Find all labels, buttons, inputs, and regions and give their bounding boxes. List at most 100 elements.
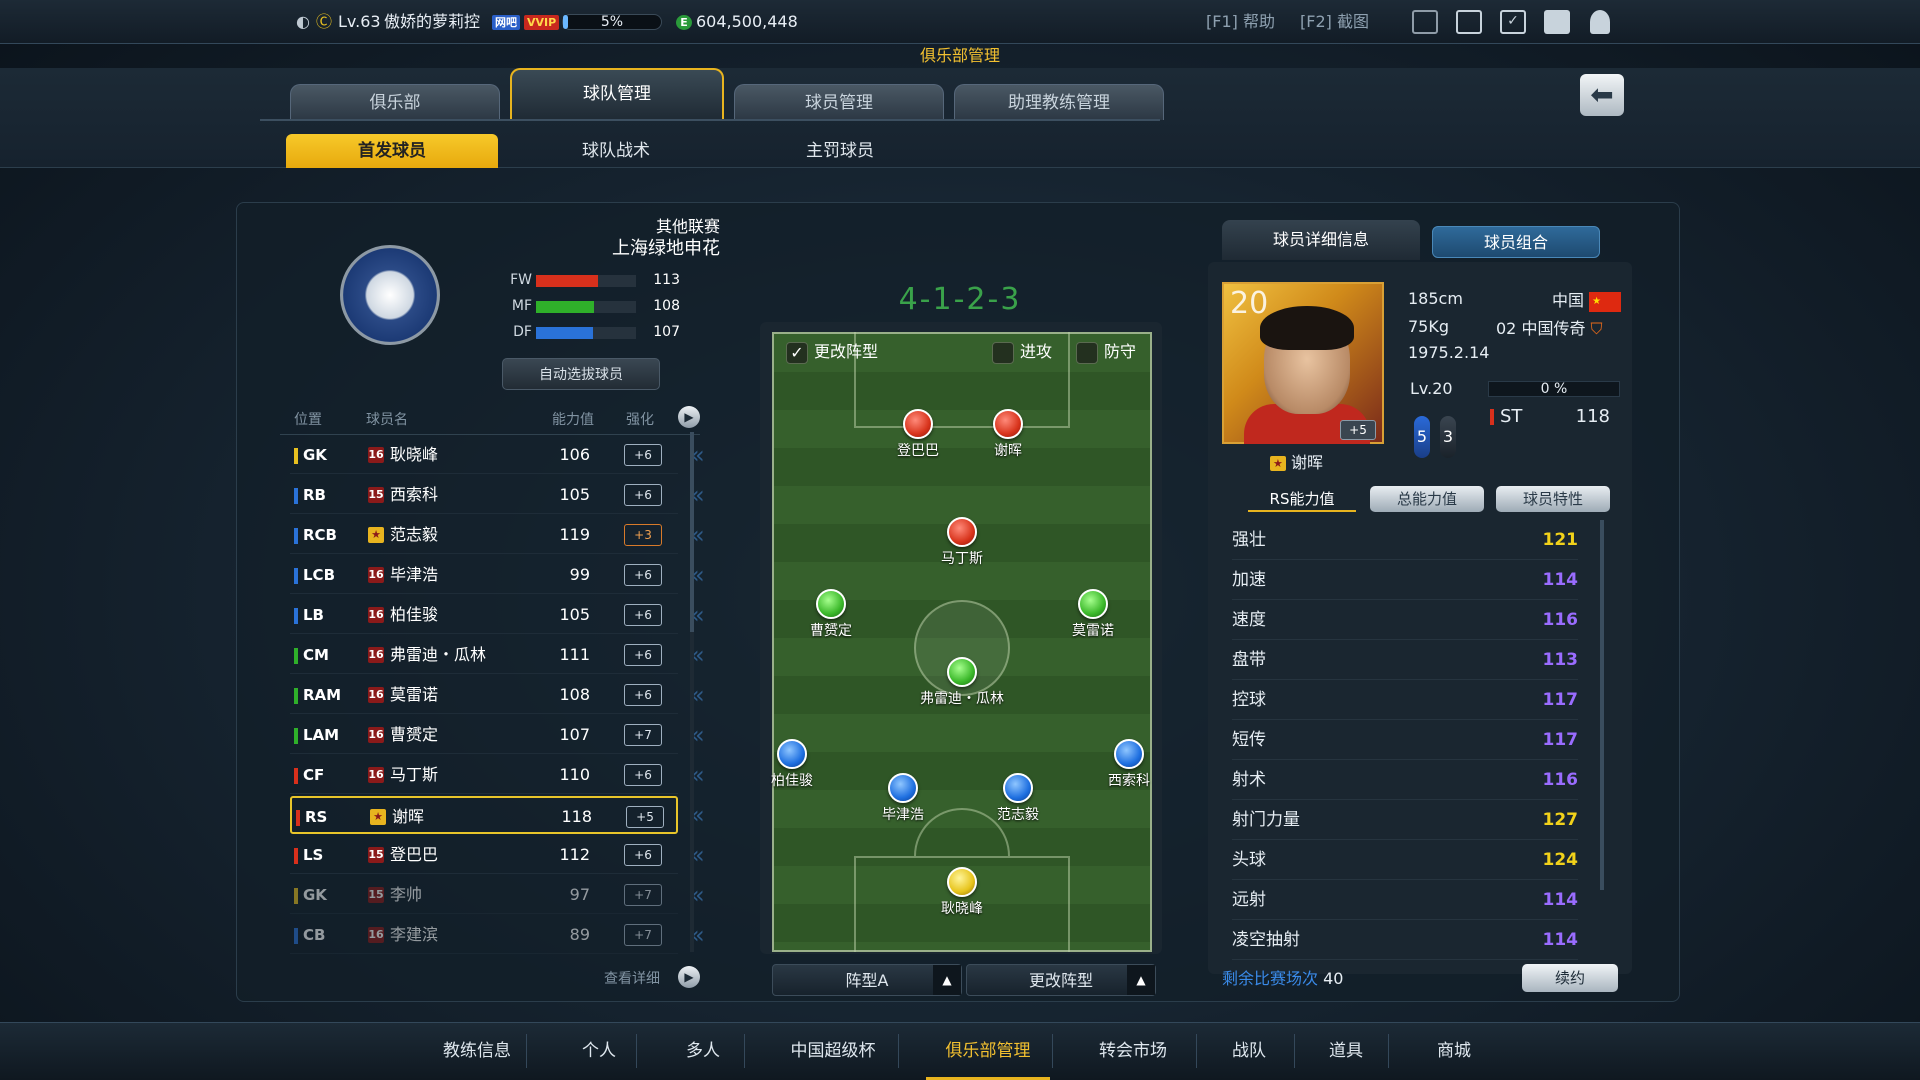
- table-row[interactable]: CF 16 马丁斯 110 +6: [290, 756, 678, 794]
- pitch-player-marker[interactable]: [888, 773, 918, 803]
- back-button[interactable]: ⬅: [1580, 74, 1624, 116]
- pitch-player-marker[interactable]: [993, 409, 1023, 439]
- pitch-player-marker[interactable]: [947, 867, 977, 897]
- table-row[interactable]: LCB 16 毕津浩 99 +6: [290, 556, 678, 594]
- subtab-starting-lineup[interactable]: 首发球员: [286, 134, 498, 168]
- enhance-badge[interactable]: +6: [624, 604, 662, 626]
- pitch-player-name: 耿晓峰: [941, 901, 983, 917]
- profile-icon[interactable]: [1590, 10, 1610, 34]
- position-color-bar: [294, 487, 298, 504]
- table-row[interactable]: LAM 16 曹赟定 107 +7: [290, 716, 678, 754]
- pitch-player-marker[interactable]: [947, 657, 977, 687]
- play-icon[interactable]: ▶: [678, 406, 700, 428]
- attribute-row: 射术 116: [1232, 760, 1578, 800]
- enhance-badge[interactable]: +6: [624, 564, 662, 586]
- card-plus-badge: +5: [1340, 420, 1376, 440]
- chat-icon[interactable]: [1544, 10, 1570, 34]
- row-position: CM: [294, 636, 329, 674]
- view-detail-link[interactable]: 查看详细: [604, 968, 660, 988]
- table-row[interactable]: GK 16 耿晓峰 106 +6: [290, 436, 678, 474]
- tab-player-management[interactable]: 球员管理: [734, 84, 944, 120]
- level-badge: 16: [368, 727, 384, 743]
- auto-select-button[interactable]: 自动选拔球员: [502, 358, 660, 390]
- pitch-player-marker[interactable]: [947, 517, 977, 547]
- bottom-nav-item[interactable]: 俱乐部管理: [926, 1022, 1050, 1080]
- enhance-badge[interactable]: +7: [624, 924, 662, 946]
- attack-checkbox[interactable]: 进攻: [992, 340, 1052, 364]
- enhance-badge[interactable]: +7: [624, 884, 662, 906]
- pitch-player-marker[interactable]: [903, 409, 933, 439]
- bottom-nav-item[interactable]: 中国超级杯: [770, 1022, 896, 1080]
- table-row[interactable]: LB 16 柏佳骏 105 +6: [290, 596, 678, 634]
- enhance-badge[interactable]: +6: [624, 764, 662, 786]
- enhance-badge[interactable]: +6: [624, 684, 662, 706]
- table-row[interactable]: RB 15 西索科 105 +6: [290, 476, 678, 514]
- defend-checkbox[interactable]: 防守: [1076, 340, 1136, 364]
- player-name-row: ★ 谢晖: [1270, 452, 1323, 474]
- player-name: 耿晓峰: [390, 445, 439, 464]
- screenshot-link[interactable]: [F2] 截图: [1300, 0, 1369, 44]
- enhance-badge[interactable]: +6: [624, 644, 662, 666]
- pitch-player-marker[interactable]: [816, 589, 846, 619]
- pitch-player-marker[interactable]: [1078, 589, 1108, 619]
- change-formation-checkbox[interactable]: ✓ 更改阵型: [786, 340, 878, 364]
- attribute-name: 头球: [1232, 850, 1266, 870]
- tab-player-combo[interactable]: 球员组合: [1432, 226, 1600, 258]
- roster-icon[interactable]: [1456, 10, 1482, 34]
- table-row[interactable]: CB 16 李建滨 89 +7: [290, 916, 678, 954]
- mail-icon[interactable]: [1412, 10, 1438, 34]
- player-name: 毕津浩: [390, 565, 439, 584]
- table-row[interactable]: LS 15 登巴巴 112 +6: [290, 836, 678, 874]
- subtab-player-traits[interactable]: 球员特性: [1496, 486, 1610, 512]
- player-name: 李帅: [390, 885, 423, 904]
- subtab-total-ability[interactable]: 总能力值: [1370, 486, 1484, 512]
- position-code: LB: [303, 606, 324, 624]
- table-row[interactable]: CM 16 弗雷迪・瓜林 111 +6: [290, 636, 678, 674]
- bottom-nav-item[interactable]: 个人: [564, 1022, 634, 1080]
- table-row[interactable]: RCB ★ 范志毅 119 +3: [290, 516, 678, 554]
- bottom-nav-item[interactable]: 战队: [1206, 1022, 1292, 1080]
- enhance-badge[interactable]: +6: [624, 444, 662, 466]
- player-card[interactable]: 20 +5: [1222, 282, 1384, 444]
- enhance-badge[interactable]: +7: [624, 724, 662, 746]
- pitch-player-name: 西索科: [1108, 773, 1150, 789]
- attribute-scrollbar[interactable]: [1600, 520, 1604, 890]
- tab-club[interactable]: 俱乐部: [290, 84, 500, 120]
- tab-team-management[interactable]: 球队管理: [510, 68, 724, 120]
- roster-scroll-thumb[interactable]: [690, 432, 694, 632]
- subtab-rs-ability[interactable]: RS能力值: [1248, 486, 1356, 512]
- header-player-name: 球员名: [366, 412, 408, 428]
- tab-assistant-coach[interactable]: 助理教练管理: [954, 84, 1164, 120]
- pitch-player-marker[interactable]: [1003, 773, 1033, 803]
- enhance-badge[interactable]: +5: [626, 806, 664, 828]
- pitch-player-marker[interactable]: [1114, 739, 1144, 769]
- bottom-nav-item[interactable]: 教练信息: [430, 1022, 524, 1080]
- view-detail-arrow-icon[interactable]: ▶: [678, 966, 700, 988]
- tab-player-info[interactable]: 球员详细信息: [1222, 220, 1420, 260]
- nav-area: 俱乐部 球队管理 球员管理 助理教练管理 首发球员 球队战术 主罚球员: [0, 68, 1920, 168]
- section-title: 俱乐部管理: [919, 46, 1000, 65]
- pitch-player-marker[interactable]: [777, 739, 807, 769]
- position-color-bar: [294, 847, 298, 864]
- table-row[interactable]: RAM 16 莫雷诺 108 +6: [290, 676, 678, 714]
- bottom-nav-item[interactable]: 转会市场: [1072, 1022, 1194, 1080]
- enhance-badge[interactable]: +6: [624, 484, 662, 506]
- enhance-badge[interactable]: +3: [624, 524, 662, 546]
- help-link[interactable]: [F1] 帮助: [1206, 0, 1275, 44]
- table-row[interactable]: GK 15 李帅 97 +7: [290, 876, 678, 914]
- checklist-icon[interactable]: ✓: [1500, 10, 1526, 34]
- subtab-set-piece-takers[interactable]: 主罚球员: [734, 134, 946, 168]
- row-position: LCB: [294, 556, 335, 594]
- formation-select[interactable]: 阵型A ▲: [772, 964, 962, 996]
- row-position: LAM: [294, 716, 339, 754]
- subtab-team-tactics[interactable]: 球队战术: [510, 134, 722, 168]
- bottom-nav-item[interactable]: 道具: [1306, 1022, 1386, 1080]
- bottom-nav-item[interactable]: 商城: [1406, 1022, 1502, 1080]
- table-row[interactable]: RS ★ 谢晖 118 +5: [290, 796, 678, 834]
- renew-contract-button[interactable]: 续约: [1522, 964, 1618, 992]
- enhance-badge[interactable]: +6: [624, 844, 662, 866]
- attribute-value: 117: [1542, 690, 1579, 710]
- bottom-nav-item[interactable]: 多人: [664, 1022, 742, 1080]
- change-formation-select[interactable]: 更改阵型 ▲: [966, 964, 1156, 996]
- row-position: GK: [294, 876, 327, 914]
